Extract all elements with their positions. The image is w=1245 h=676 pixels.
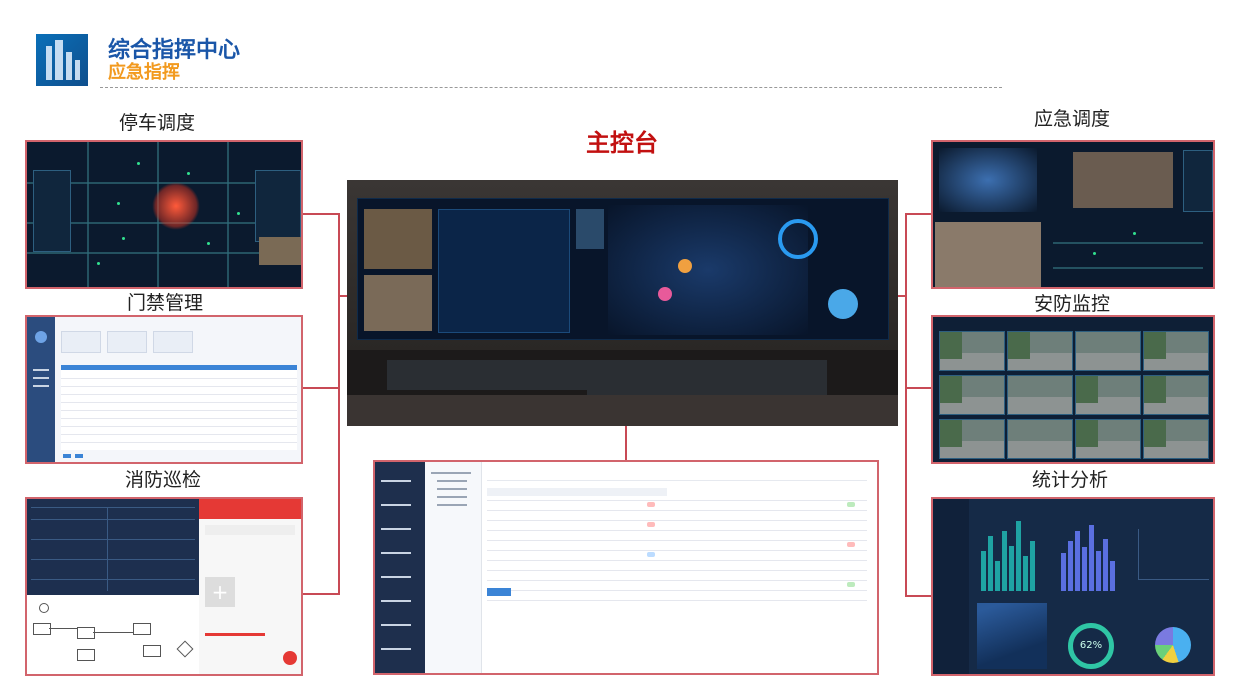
dispatch-management-window[interactable] [373, 460, 879, 675]
video-wall [357, 198, 889, 340]
header-divider [100, 87, 1002, 88]
security-monitor-panel[interactable] [931, 315, 1215, 464]
workflow-diagram [33, 599, 194, 669]
crowd-camera[interactable] [935, 222, 1041, 287]
parking-dispatch-panel[interactable] [25, 140, 303, 289]
control-room-photo [347, 180, 898, 426]
statistics-panel[interactable]: 62% [931, 497, 1215, 676]
records-table [487, 500, 867, 630]
tree-panel [425, 462, 482, 673]
access-sidebar [27, 317, 55, 462]
parking-dispatch-label: 停车调度 [119, 112, 196, 134]
submit-fab[interactable] [283, 651, 297, 665]
building-model [939, 148, 1037, 212]
camera-thumbnail[interactable] [259, 237, 301, 265]
security-monitor-label: 安防监控 [1034, 293, 1111, 315]
access-control-label: 门禁管理 [127, 292, 204, 314]
pie-chart [1155, 627, 1191, 663]
access-control-panel[interactable] [25, 315, 303, 464]
patrol-table [27, 499, 199, 595]
bar-chart-2 [1057, 511, 1129, 591]
add-photo-icon[interactable]: + [205, 577, 235, 607]
donut-chart: 62% [1068, 623, 1114, 669]
page-subtitle: 应急指挥 [108, 62, 180, 83]
app-sidebar [375, 462, 425, 673]
company-logo-icon [36, 34, 88, 86]
mobile-inspection-form[interactable]: + [199, 499, 301, 674]
statistics-label: 统计分析 [1032, 469, 1109, 491]
export-button[interactable] [487, 588, 511, 596]
street-camera[interactable] [1073, 152, 1173, 208]
fire-patrol-label: 消防巡检 [125, 469, 202, 491]
emergency-dispatch-panel[interactable] [931, 140, 1215, 289]
area-chart [977, 603, 1047, 669]
bar-chart-1 [977, 511, 1045, 591]
fire-patrol-panel[interactable]: + [25, 497, 303, 676]
emergency-dispatch-label: 应急调度 [1034, 108, 1111, 130]
hotspot-marker [152, 182, 200, 230]
main-console-title: 主控台 [586, 129, 658, 157]
